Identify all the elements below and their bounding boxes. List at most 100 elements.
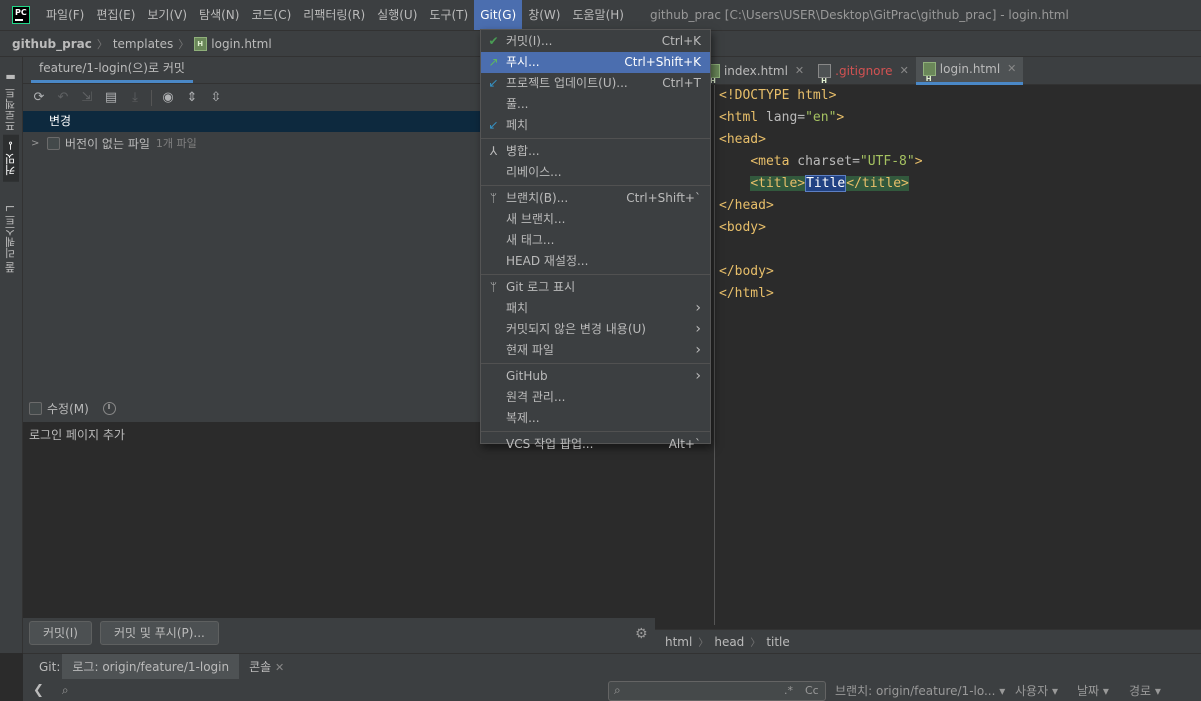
show-diff-icon[interactable]: ▤ — [103, 90, 119, 106]
nav-file[interactable]: login.html — [211, 37, 271, 51]
unversioned-checkbox[interactable] — [47, 136, 60, 150]
git-menu-item-label: 현재 파일 — [506, 343, 554, 357]
log-search-input[interactable]: ⌕ .* Cc — [608, 681, 826, 701]
eye-icon[interactable]: ◉ — [160, 90, 176, 106]
editor-tab[interactable]: .gitignore ✕ — [811, 57, 916, 95]
git-menu-item-label: 원격 관리... — [506, 390, 566, 404]
close-icon[interactable]: ✕ — [275, 661, 284, 674]
search-icon[interactable]: ⌕ — [62, 683, 69, 698]
git-menu-item[interactable]: 리베이스... — [481, 162, 710, 183]
window-title: github_prac [C:\Users\USER\Desktop\GitPr… — [649, 8, 1069, 22]
code-line: <body> — [719, 220, 766, 235]
expand-all-icon[interactable]: ⇕ — [184, 90, 200, 106]
menu-item[interactable]: 창(W) — [522, 0, 566, 30]
match-case-toggle[interactable]: Cc — [805, 684, 819, 697]
git-menu-item[interactable]: ↙ 프로젝트 업데이트(U)... Ctrl+T — [481, 73, 710, 94]
menu-item[interactable]: 탐색(N) — [193, 0, 245, 30]
editor-tab[interactable]: index.html ✕ — [700, 57, 811, 95]
path-filter-label: 경로 — [1129, 684, 1152, 698]
git-menu-item[interactable]: 복제... — [481, 408, 710, 429]
menu-item[interactable]: 도움말(H) — [566, 0, 630, 30]
commit-and-push-button[interactable]: 커밋 및 푸시(P)... — [99, 621, 219, 645]
user-filter[interactable]: 사용자 ▾ — [1015, 682, 1058, 699]
git-menu-item[interactable]: ᛘ 브랜치(B)... Ctrl+Shift+` — [481, 188, 710, 209]
git-menu-item[interactable]: 원격 관리... — [481, 387, 710, 408]
menu-item[interactable]: 보기(V) — [141, 0, 193, 30]
menu-item[interactable]: 실행(U) — [371, 0, 423, 30]
close-icon[interactable]: ✕ — [795, 57, 804, 85]
gear-icon[interactable]: ⚙ — [635, 626, 648, 642]
git-menu-item[interactable]: 새 브랜치... — [481, 209, 710, 230]
nav-folder[interactable]: templates — [113, 37, 173, 51]
tool-tab-project[interactable]: 프로젝트 ▬ — [3, 65, 19, 138]
shelve-icon[interactable]: ⤓ — [127, 90, 143, 106]
git-menu-item[interactable]: 커밋되지 않은 변경 내용(U) › — [481, 319, 710, 340]
git-menu-item[interactable]: HEAD 재설정... — [481, 251, 710, 272]
menu-item[interactable]: 파일(F) — [40, 0, 90, 30]
menu-item[interactable]: 편집(E) — [90, 0, 141, 30]
editor-breadcrumb-item[interactable]: head — [714, 635, 744, 649]
code-area[interactable]: <!DOCTYPE html> <html lang="en"> <head> … — [719, 85, 1199, 305]
commit-history-icon[interactable] — [102, 402, 116, 415]
git-menu-item[interactable]: ⅄ 병합... — [481, 141, 710, 162]
git-menu-item[interactable]: ✔ 커밋(I)... Ctrl+K — [481, 31, 710, 52]
git-menu-item[interactable]: ᛘ Git 로그 표시 — [481, 277, 710, 298]
submenu-arrow-icon: › — [695, 300, 701, 316]
rollback-icon[interactable]: ↶ — [55, 90, 71, 106]
git-menu-item[interactable]: 패치 › — [481, 298, 710, 319]
code-line: </body> — [719, 264, 774, 279]
path-filter[interactable]: 경로 ▾ — [1129, 682, 1161, 699]
menu-separator — [481, 138, 710, 139]
menu-item[interactable]: 코드(C) — [245, 0, 297, 30]
tab-console[interactable]: 콘솔 ✕ — [239, 654, 294, 680]
close-icon[interactable]: ✕ — [900, 57, 909, 85]
editor: py✕index.html✕.gitignore✕login.html✕ <!D… — [655, 55, 1201, 653]
git-menu-item[interactable]: 풀... — [481, 94, 710, 115]
editor-tab[interactable]: login.html ✕ — [915, 55, 1024, 93]
tab-log[interactable]: 로그: origin/feature/1-login — [62, 653, 240, 680]
chevron-right-icon: 〉 — [698, 638, 709, 649]
move-changes-icon[interactable]: ⇲ — [79, 90, 95, 106]
search-icon: ⌕ — [614, 683, 621, 697]
git-menu-item[interactable]: GitHub › — [481, 366, 710, 387]
refresh-icon[interactable]: ⟳ — [31, 90, 47, 106]
fetch-icon: ↙ — [488, 118, 499, 132]
git-menu-item[interactable]: ↙ 페치 — [481, 115, 710, 136]
editor-breadcrumbs: html 〉 head 〉 title — [655, 629, 1201, 653]
git-menu-item[interactable]: VCS 작업 팝업... Alt+` — [481, 434, 710, 455]
chevron-right-icon[interactable]: > — [31, 138, 47, 149]
git-menu-item[interactable]: 새 태그... — [481, 230, 710, 251]
tool-tab-pull-requests[interactable]: 풀 리퀘스트 ⅂ — [3, 199, 19, 279]
editor-breadcrumb-item[interactable]: html — [665, 635, 692, 649]
git-menu-item-label: 새 태그... — [506, 233, 555, 247]
git-menu-item[interactable]: ↗ 푸시... Ctrl+Shift+K — [481, 52, 710, 73]
git-menu-item[interactable]: 현재 파일 › — [481, 340, 710, 361]
editor-breadcrumb-item[interactable]: title — [766, 635, 789, 649]
tool-tab-commit[interactable]: 커밋 ⊸ — [3, 135, 19, 182]
code-line: <html lang="en"> — [719, 110, 845, 125]
git-menu-shortcut: Ctrl+T — [662, 76, 701, 90]
chevron-left-icon[interactable]: ❮ — [33, 683, 44, 698]
collapse-all-icon[interactable]: ⇳ — [208, 90, 224, 106]
bottom-tool-tabs: Git: 로그: origin/feature/1-login 콘솔 ✕ — [23, 653, 1201, 680]
regex-toggle[interactable]: .* — [784, 684, 793, 697]
menu-item[interactable]: Git(G) — [474, 0, 523, 30]
pycharm-logo-icon: PC — [12, 6, 30, 24]
nav-project[interactable]: github_prac — [12, 37, 92, 51]
amend-checkbox[interactable] — [29, 402, 42, 415]
close-icon[interactable]: ✕ — [1007, 55, 1016, 83]
menu-item[interactable]: 리팩터링(R) — [297, 0, 371, 30]
git-menu-item-label: 병합... — [506, 144, 540, 158]
amend-label[interactable]: 수정(M) — [47, 400, 89, 417]
editor-tab-label: login.html — [939, 62, 1001, 76]
menu-item[interactable]: 도구(T) — [423, 0, 474, 30]
merge-icon: ⅄ — [489, 144, 498, 158]
commit-tab[interactable]: feature/1-login(으)로 커밋 — [31, 59, 193, 83]
date-filter[interactable]: 날짜 ▾ — [1077, 682, 1109, 699]
commit-button[interactable]: 커밋(I) — [29, 621, 92, 645]
html-file-icon — [922, 62, 936, 93]
branch-filter[interactable]: 브랜치: origin/feature/1-lo... ▾ — [835, 682, 1005, 699]
git-menu-shortcut: Alt+` — [668, 437, 701, 451]
git-menu-shortcut: Ctrl+K — [661, 34, 701, 48]
